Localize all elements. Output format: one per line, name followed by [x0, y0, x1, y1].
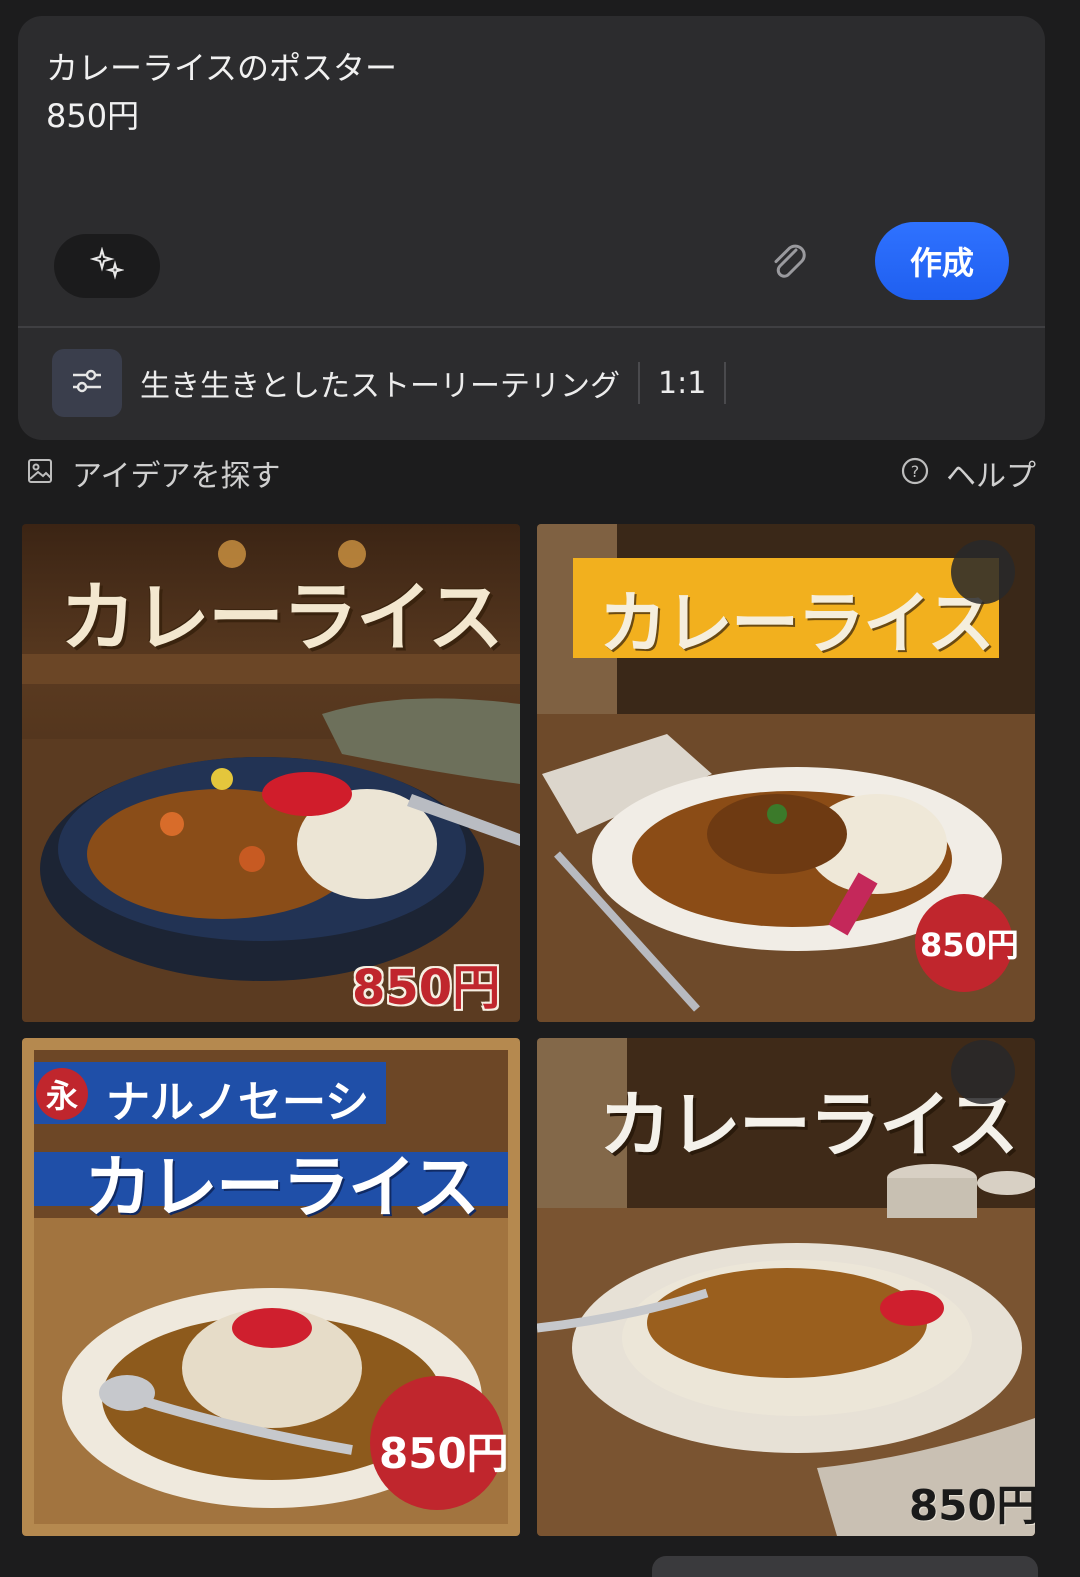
explore-ideas-link[interactable]: アイデアを探す	[26, 451, 281, 495]
select-toggle[interactable]	[951, 1040, 1015, 1104]
select-toggle[interactable]	[951, 540, 1015, 604]
price-label: 850円	[352, 960, 501, 1016]
paperclip-icon	[766, 238, 814, 290]
create-button[interactable]: 作成	[875, 222, 1009, 300]
ai-image-creator: カレーライスのポスター 850円 作成 生き生きとしたストーリーテリング 1:1…	[0, 0, 1080, 1577]
poster-subtitle: ナルノセーシ	[106, 1077, 370, 1128]
sparkle-icon	[89, 246, 125, 285]
result-image-3[interactable]: 永 ナルノセーシ カレーライス 850円	[22, 1038, 520, 1536]
style-selector[interactable]: 生き生きとしたストーリーテリング	[140, 361, 620, 405]
poster-title: カレーライス	[84, 1149, 480, 1228]
prompt-input[interactable]: カレーライスのポスター 850円	[46, 44, 946, 140]
attach-button[interactable]	[760, 234, 820, 294]
aspect-ratio-selector[interactable]: 1:1	[658, 366, 706, 401]
explore-ideas-label: アイデアを探す	[72, 459, 281, 494]
price-label: 850円	[379, 1429, 509, 1478]
result-image-1[interactable]: カレーライス 850円	[22, 524, 520, 1022]
settings-button[interactable]	[52, 349, 122, 417]
result-image-4[interactable]: カレーライス 850円	[537, 1038, 1035, 1536]
result-image-2[interactable]: カレーライス 850円	[537, 524, 1035, 1022]
svg-text:?: ?	[911, 462, 920, 481]
separator	[638, 362, 640, 404]
poster-title: カレーライス	[60, 573, 504, 662]
sliders-icon	[69, 363, 105, 403]
enhance-prompt-button[interactable]	[54, 234, 160, 298]
badge-mark: 永	[36, 1068, 88, 1120]
help-link[interactable]: ? ヘルプ	[900, 451, 1036, 495]
bottom-button[interactable]	[652, 1556, 1038, 1577]
help-label: ヘルプ	[946, 459, 1036, 494]
separator	[724, 362, 727, 404]
style-settings-row: 生き生きとしたストーリーテリング 1:1	[52, 348, 1025, 418]
price-label: 850円	[920, 926, 1019, 964]
prompt-card: カレーライスのポスター 850円 作成 生き生きとしたストーリーテリング 1:1	[18, 16, 1045, 440]
poster-title: カレーライス	[599, 585, 995, 664]
help-icon: ?	[900, 456, 930, 490]
ideas-row: アイデアを探す ? ヘルプ	[26, 450, 1036, 496]
divider	[18, 326, 1045, 328]
price-label: 850円	[909, 1481, 1035, 1530]
image-icon	[26, 457, 54, 489]
